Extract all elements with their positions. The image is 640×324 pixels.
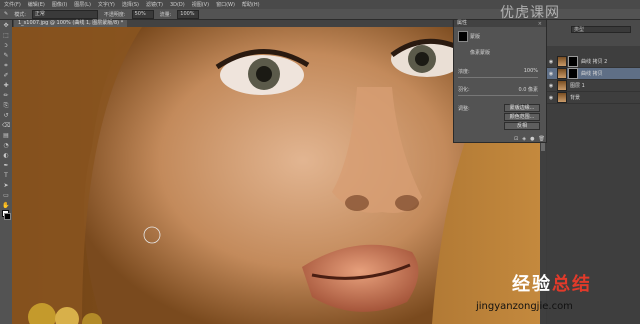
opacity-field[interactable]: 50% (131, 9, 154, 19)
background-color-swatch[interactable] (4, 213, 11, 220)
eye-icon[interactable]: ◉ (547, 83, 555, 89)
mask-thumbnail (568, 68, 578, 79)
pixel-mask-label: 像素蒙版 (470, 50, 491, 56)
properties-panel: 属性 × 蒙版 像素蒙版 浓度: 100% 羽化: 0.0 像素 调整: 蒙版边… (453, 19, 547, 143)
watermark-url: jingyanzongjie.com (476, 301, 573, 312)
history-brush-icon[interactable]: ↺ (2, 112, 10, 120)
menu-item[interactable]: 窗口(W) (216, 1, 235, 8)
layer-row[interactable]: ◉ 背景 (547, 92, 640, 104)
menu-item[interactable]: 视图(V) (192, 1, 209, 8)
layer-thumbnail (557, 80, 567, 91)
layer-thumbnail (557, 56, 567, 67)
mask-edge-button[interactable]: 蒙版边缘... (504, 104, 540, 112)
menu-item[interactable]: 图层(L) (74, 1, 91, 8)
eraser-icon[interactable]: ⌫ (2, 122, 10, 130)
apply-mask-icon[interactable]: ◈ (522, 136, 526, 142)
menu-item[interactable]: 帮助(H) (242, 1, 260, 8)
properties-footer: ⊡ ◈ ● 🗑 (514, 136, 545, 142)
quick-select-icon[interactable]: ✎ (2, 52, 10, 60)
flow-field[interactable]: 100% (177, 9, 200, 19)
feather-label: 羽化: (458, 87, 470, 93)
menu-item[interactable]: 图像(I) (52, 1, 67, 8)
layer-thumbnail (557, 92, 567, 103)
shape-icon[interactable]: ▭ (2, 192, 10, 200)
hand-icon[interactable]: ✋ (2, 202, 10, 210)
healing-icon[interactable]: ✚ (2, 82, 10, 90)
lasso-icon[interactable]: ↄ (2, 42, 10, 50)
menu-item[interactable]: 文件(F) (4, 1, 21, 8)
mask-thumbnail[interactable] (458, 31, 468, 42)
refine-label: 调整: (458, 106, 470, 112)
layer-name: 曲线 拷贝 2 (581, 59, 608, 65)
layer-name: 背景 (570, 95, 581, 101)
invert-button[interactable]: 反相 (504, 122, 540, 130)
blur-icon[interactable]: ◔ (2, 142, 10, 150)
dodge-icon[interactable]: ◐ (2, 152, 10, 160)
menu-item[interactable]: 选择(S) (122, 1, 139, 8)
eye-icon[interactable]: ◉ (547, 95, 555, 101)
feather-value[interactable]: 0.0 像素 (518, 86, 538, 93)
type-icon[interactable]: T (2, 172, 10, 180)
crop-icon[interactable]: ⌗ (2, 62, 10, 70)
layer-row[interactable]: ◉ 图层 1 (547, 80, 640, 92)
mask-label: 蒙版 (470, 34, 481, 40)
watermark-brand: 经验总结 (512, 270, 592, 296)
layers-header: 类型 (547, 20, 640, 46)
marquee-icon[interactable]: ⬚ (2, 32, 10, 40)
move-icon[interactable]: ✥ (2, 22, 10, 30)
menu-item[interactable]: 编辑(E) (28, 1, 45, 8)
mode-label: 模式: (14, 11, 26, 18)
eye-icon[interactable]: ◉ (547, 71, 555, 77)
density-value[interactable]: 100% (524, 68, 538, 74)
layer-row[interactable]: ◉ 曲线 拷贝 2 (547, 56, 640, 68)
pen-icon[interactable]: ✒ (2, 162, 10, 170)
delete-mask-icon[interactable]: 🗑 (538, 136, 544, 142)
brush-tool-icon[interactable]: ✎ (4, 11, 8, 17)
watermark-brand-b: 总结 (552, 274, 592, 295)
eye-icon[interactable]: ◉ (547, 59, 555, 65)
feather-slider[interactable] (458, 95, 538, 96)
eyedropper-icon[interactable]: ✐ (2, 72, 10, 80)
layer-row-selected[interactable]: ◉ 曲线 拷贝 (547, 68, 640, 80)
path-select-icon[interactable]: ➤ (2, 182, 10, 190)
watermark-top: 优虎课网 (500, 5, 560, 21)
layer-name: 图层 1 (570, 83, 585, 89)
opacity-label: 不透明度: (103, 11, 126, 18)
gradient-icon[interactable]: ▤ (2, 132, 10, 140)
menu-item[interactable]: 3D(D) (170, 2, 185, 8)
density-label: 浓度: (458, 69, 470, 75)
document-tabbar: 1_s1007.jpg @ 100% (曲线 1, 图层蒙版/8) * (12, 20, 452, 27)
flow-label: 流量: (159, 11, 172, 18)
document-tab[interactable]: 1_s1007.jpg @ 100% (曲线 1, 图层蒙版/8) * (14, 20, 128, 27)
mask-thumbnail (568, 56, 578, 67)
menu-item[interactable]: 滤镜(T) (146, 1, 163, 8)
layer-filter-input[interactable]: 类型 (571, 26, 631, 33)
color-range-button[interactable]: 颜色范围... (504, 113, 540, 121)
density-slider[interactable] (458, 77, 538, 78)
load-selection-icon[interactable]: ⊡ (514, 136, 518, 142)
mode-select[interactable]: 正常 (31, 9, 98, 19)
brush-icon[interactable]: ✏ (2, 92, 10, 100)
stamp-icon[interactable]: ⎘ (2, 102, 10, 110)
menu-item[interactable]: 文字(Y) (98, 1, 115, 8)
watermark-brand-a: 经验 (512, 274, 552, 295)
toggle-mask-icon[interactable]: ● (530, 136, 534, 142)
layer-thumbnail (557, 68, 567, 79)
layer-name: 曲线 拷贝 (581, 71, 603, 77)
